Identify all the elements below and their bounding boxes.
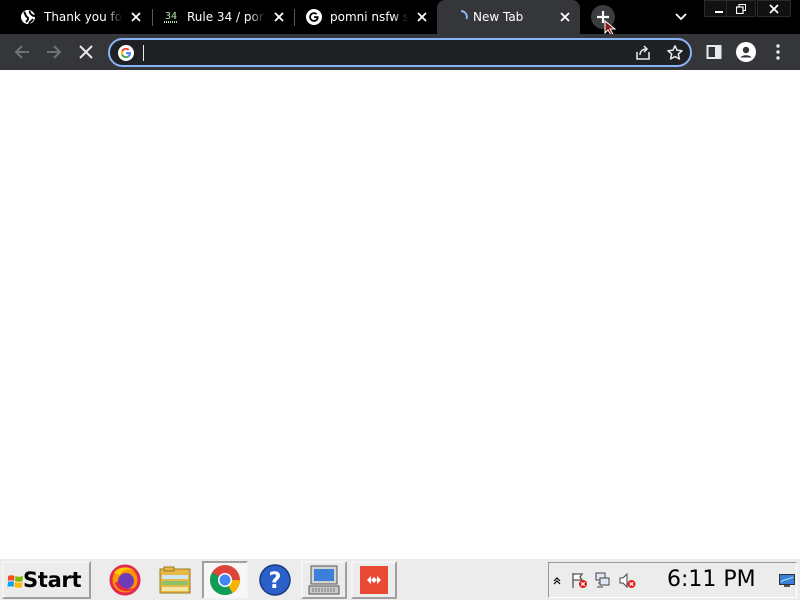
forward-arrow-icon xyxy=(47,45,62,59)
firefox-icon xyxy=(109,564,141,596)
minimize-icon xyxy=(715,10,723,13)
loading-spinner-icon xyxy=(453,9,469,25)
tab-title: Rule 34 / pomn xyxy=(187,10,265,24)
close-tab-icon[interactable] xyxy=(271,9,287,25)
taskbar: Start ? 6:11 PM xyxy=(0,558,800,600)
stop-icon xyxy=(79,45,93,59)
omnibox-input[interactable] xyxy=(140,44,610,61)
tab-title: New Tab xyxy=(473,10,524,24)
restore-button[interactable] xyxy=(726,0,756,17)
show-desktop-button[interactable] xyxy=(778,572,796,589)
restore-icon xyxy=(736,3,746,14)
globe-icon xyxy=(20,9,36,25)
taskbar-clock[interactable]: 6:11 PM xyxy=(667,567,756,592)
close-tab-icon[interactable] xyxy=(414,9,430,25)
stop-loading-button[interactable] xyxy=(75,41,97,63)
rule34-icon: 34 xyxy=(163,9,179,25)
back-button[interactable] xyxy=(11,41,33,63)
show-hidden-icons-button[interactable] xyxy=(550,572,564,589)
tab-search-button[interactable] xyxy=(672,8,690,26)
taskbar-remote-desktop[interactable] xyxy=(351,561,397,599)
taskbar-file-manager[interactable] xyxy=(152,561,198,599)
network-icon xyxy=(595,572,610,588)
rule34-icon-text: 34 xyxy=(165,11,177,22)
volume-tray[interactable] xyxy=(619,572,636,589)
remote-desktop-icon xyxy=(360,566,388,594)
start-button[interactable]: Start xyxy=(2,561,91,599)
flag-warning-icon xyxy=(572,573,587,588)
bookmark-star-icon[interactable] xyxy=(666,44,684,62)
tab-rule34[interactable]: 34 Rule 34 / pomn xyxy=(143,0,295,34)
tab-new-tab[interactable]: New Tab xyxy=(437,0,580,34)
tab-google-search[interactable]: pomni nsfw se xyxy=(286,0,438,34)
tab-thank-you[interactable]: Thank you for xyxy=(0,0,152,34)
browser-toolbar xyxy=(0,34,800,70)
chevron-up-icon xyxy=(553,576,561,584)
more-vert-icon xyxy=(776,44,780,60)
close-tab-icon[interactable] xyxy=(128,9,144,25)
computer-icon xyxy=(308,565,340,595)
start-label: Start xyxy=(23,568,82,592)
taskbar-computer[interactable] xyxy=(301,561,347,599)
share-icon[interactable] xyxy=(634,44,652,62)
system-tray: 6:11 PM xyxy=(548,562,797,598)
page-content xyxy=(0,70,800,558)
chrome-icon xyxy=(210,565,240,596)
windows-logo-icon xyxy=(7,575,23,588)
file-manager-icon xyxy=(159,566,191,594)
profile-button[interactable] xyxy=(735,41,757,63)
forward-button[interactable] xyxy=(43,41,65,63)
taskbar-help[interactable]: ? xyxy=(252,561,298,599)
volume-muted-icon xyxy=(619,572,636,589)
address-bar[interactable] xyxy=(108,38,692,67)
close-icon xyxy=(769,3,779,14)
side-panel-icon xyxy=(706,45,722,59)
tab-title: Thank you for xyxy=(44,10,122,24)
action-center-tray[interactable] xyxy=(571,572,588,589)
tab-strip: Thank you for 34 Rule 34 / pomn pomni ns… xyxy=(0,0,800,36)
back-arrow-icon xyxy=(14,45,29,59)
help-icon: ? xyxy=(259,564,291,596)
google-icon xyxy=(306,9,322,25)
close-tab-icon[interactable] xyxy=(557,9,573,25)
google-icon xyxy=(118,45,134,61)
text-caret xyxy=(143,45,144,61)
svg-text:?: ? xyxy=(269,569,282,594)
close-window-button[interactable] xyxy=(757,0,791,17)
chrome-menu-button[interactable] xyxy=(767,41,789,63)
taskbar-firefox[interactable] xyxy=(102,561,148,599)
side-panel-button[interactable] xyxy=(703,41,725,63)
avatar-icon xyxy=(736,42,756,62)
tab-title: pomni nsfw se xyxy=(330,10,408,24)
desktop-icon xyxy=(779,573,795,587)
chevron-down-icon xyxy=(675,13,687,21)
taskbar-chrome[interactable] xyxy=(202,561,248,599)
network-tray[interactable] xyxy=(595,572,612,589)
